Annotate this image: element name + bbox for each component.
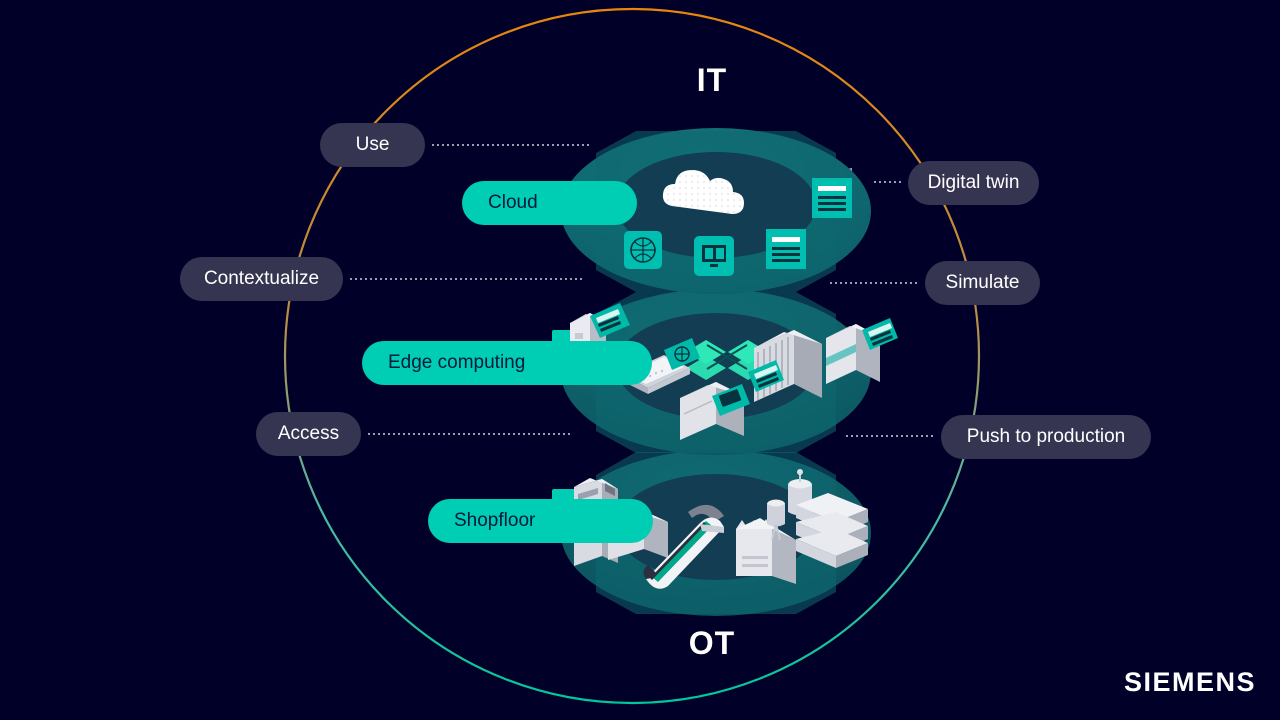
zone-title-ot: OT — [688, 625, 736, 661]
diagram-canvas: IT OT Use Contextualize Access Digital t… — [0, 0, 1280, 720]
step-pill-simulate-label: Simulate — [945, 272, 1020, 293]
zone-title-it: IT — [696, 62, 728, 98]
step-pill-push-to-production[interactable]: Push to production — [941, 415, 1151, 459]
step-pill-contextualize-label: Contextualize — [203, 268, 320, 289]
step-pill-simulate[interactable]: Simulate — [925, 261, 1040, 305]
globe-card-icon — [624, 231, 662, 269]
data-card-icon-far-right — [812, 178, 852, 218]
step-pill-push-to-production-label: Push to production — [966, 426, 1126, 447]
step-pill-digital-twin[interactable]: Digital twin — [908, 161, 1039, 205]
step-pill-use[interactable]: Use — [320, 123, 425, 167]
layer-pill-cloud[interactable]: Cloud — [462, 181, 637, 225]
layer-pill-shopfloor[interactable]: Shopfloor — [428, 499, 653, 543]
siemens-logo: SIEMENS — [1123, 667, 1256, 697]
step-pill-access[interactable]: Access — [256, 412, 361, 456]
monitor-card-icon — [694, 236, 734, 276]
step-pill-contextualize[interactable]: Contextualize — [180, 257, 343, 301]
data-card-icon-right — [766, 229, 806, 269]
layer-pill-cloud-label: Cloud — [488, 192, 538, 213]
step-pill-digital-twin-label: Digital twin — [927, 172, 1020, 193]
layer-pill-shopfloor-label: Shopfloor — [454, 510, 536, 531]
step-pill-access-label: Access — [277, 423, 340, 444]
layer-pill-edge-computing[interactable]: Edge computing — [362, 341, 652, 385]
layer-pill-edge-computing-label: Edge computing — [388, 352, 526, 373]
step-pill-use-label: Use — [355, 134, 390, 155]
